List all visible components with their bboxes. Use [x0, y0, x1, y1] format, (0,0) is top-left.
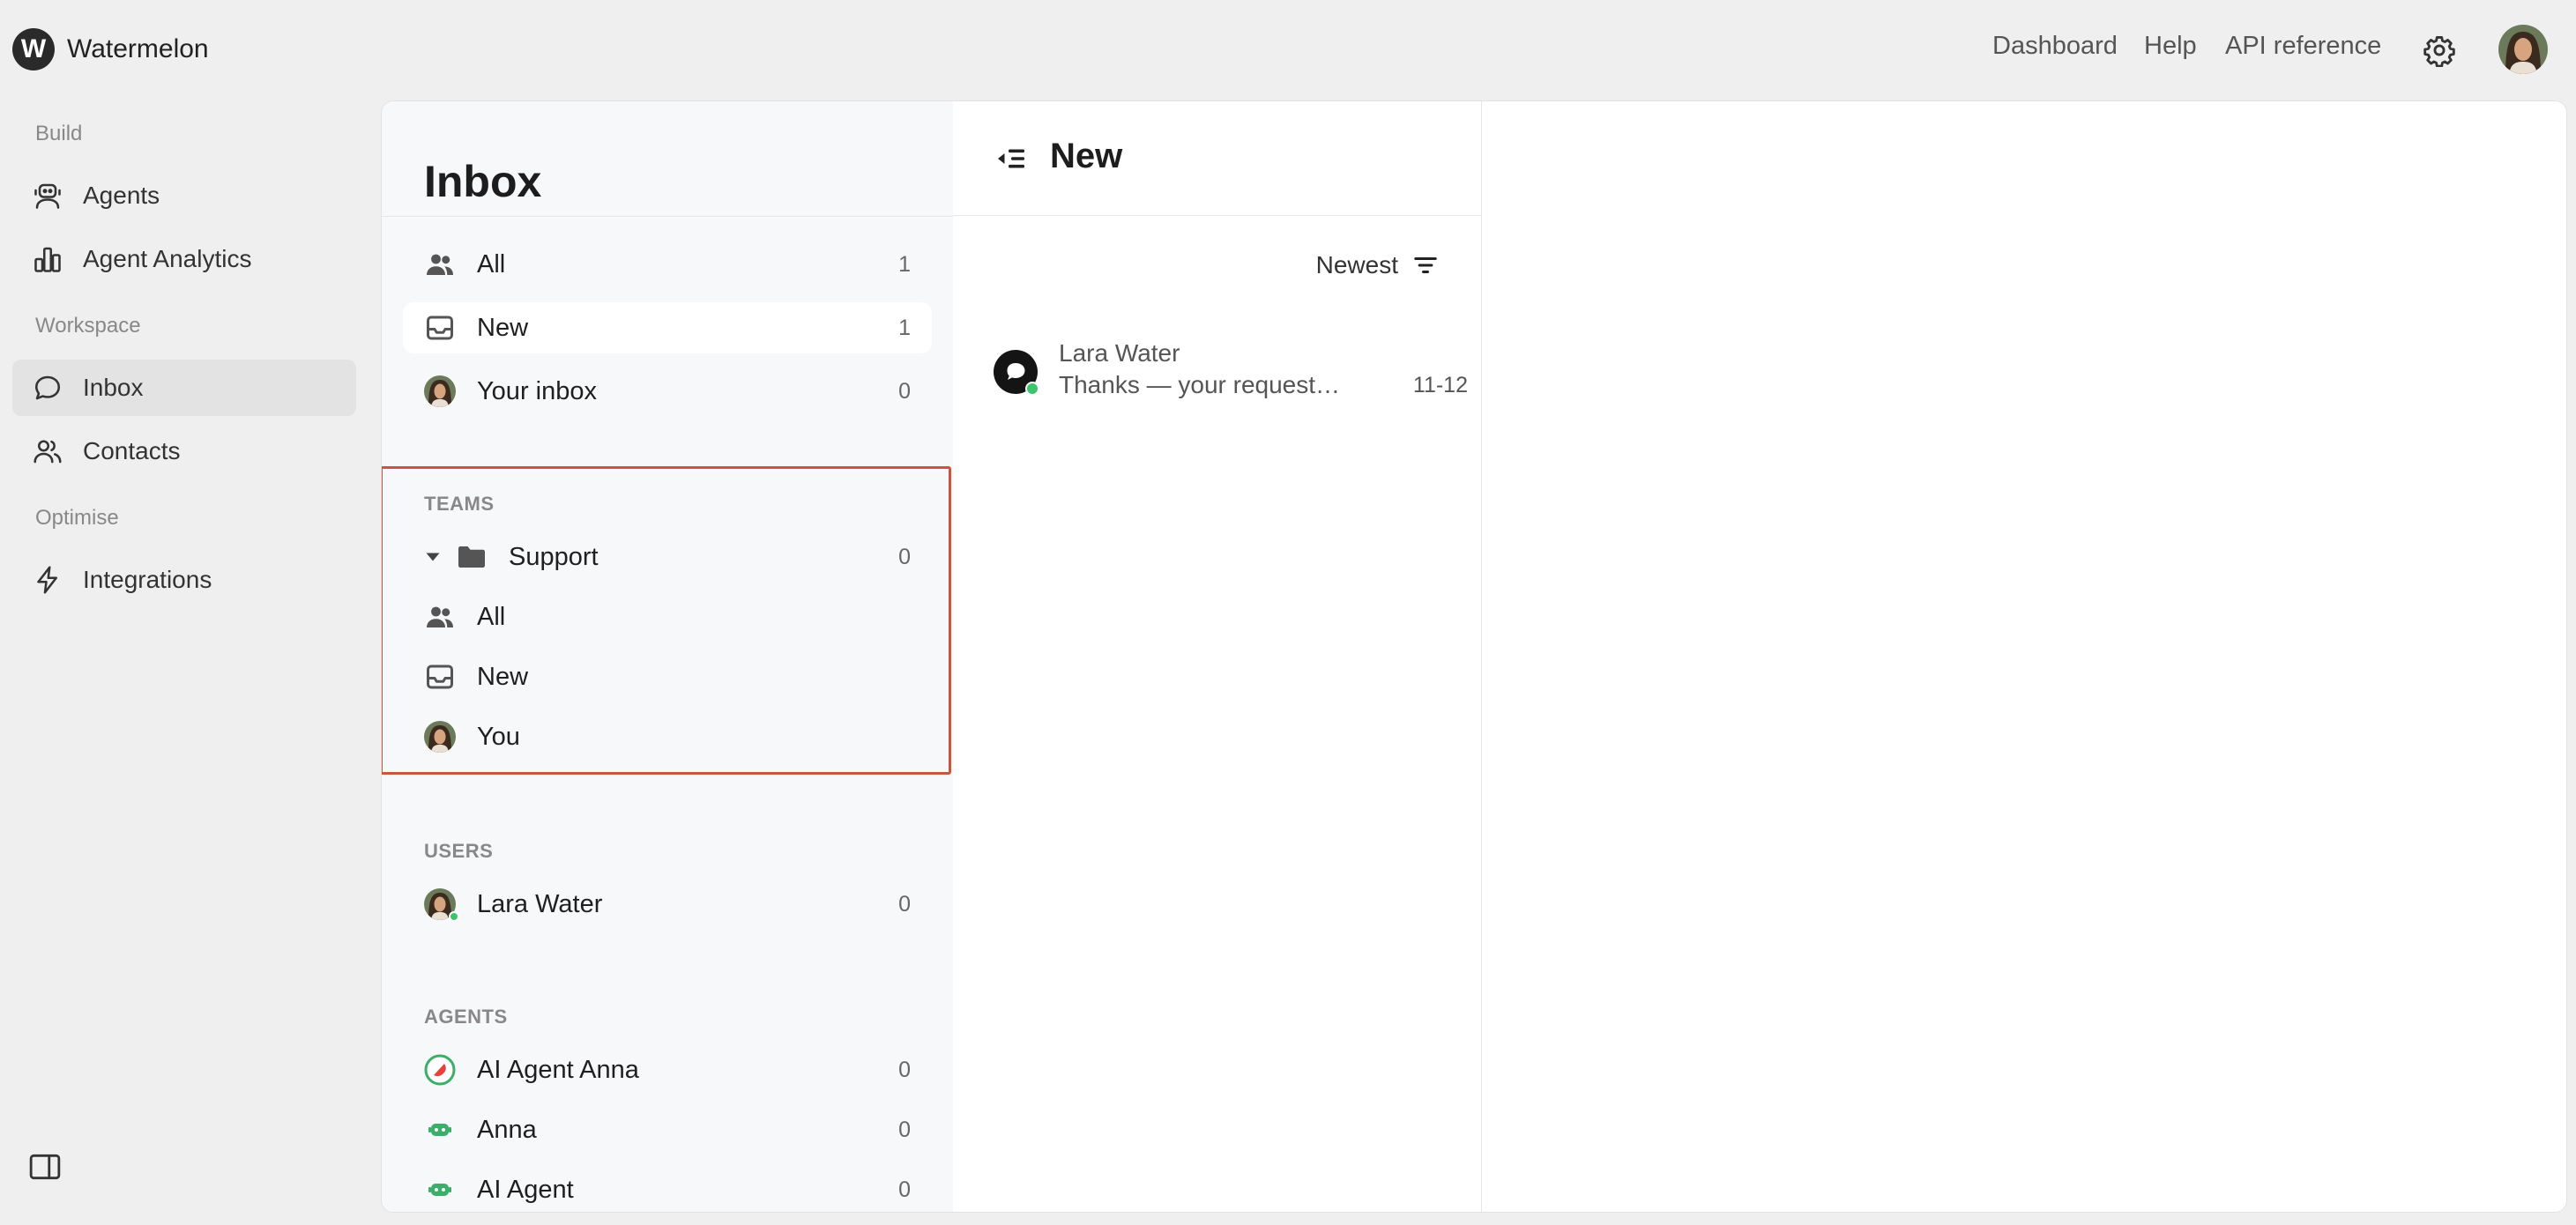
view-count: 1	[898, 315, 911, 340]
gear-icon[interactable]	[2423, 33, 2456, 67]
top-nav-api: API reference	[2225, 32, 2381, 61]
conversation-time: 11-12	[1412, 373, 1468, 397]
team-view-you[interactable]: You	[403, 711, 932, 762]
sidebar: Build Agents Agent Analytics Workspace I…	[0, 99, 379, 1225]
team-view-label: You	[477, 722, 520, 751]
caret-down-icon[interactable]	[424, 541, 442, 573]
inbox-view-new[interactable]: New 1	[403, 302, 932, 353]
avatar	[424, 721, 456, 753]
sidebar-item-label: Contacts	[83, 437, 181, 464]
sidebar-item-agent-analytics[interactable]: Agent Analytics	[12, 231, 356, 287]
view-label: Your inbox	[477, 376, 597, 405]
inbox-view-all[interactable]: All 1	[403, 239, 932, 290]
top-nav: Dashboard	[1992, 32, 2118, 61]
section-build: Build	[35, 122, 83, 145]
section-optimise: Optimise	[35, 506, 119, 530]
agent-count: 0	[898, 1057, 911, 1082]
section-workspace: Workspace	[35, 314, 141, 338]
api-reference-link[interactable]: API reference	[2225, 32, 2381, 61]
conversation-list: New Newest Lara Water Thanks — your requ…	[953, 101, 1482, 1212]
users-heading: USERS	[424, 840, 494, 862]
users-icon	[424, 249, 456, 280]
users-icon	[424, 601, 456, 633]
inbox-nav: Inbox All 1 New 1 Your inbox 0 TEAMS Sup…	[382, 101, 953, 1212]
top-bar: W Watermelon Dashboard Help API referenc…	[0, 0, 2576, 99]
teams-heading: TEAMS	[424, 493, 495, 515]
sort-dropdown[interactable]: Newest	[1316, 251, 1439, 279]
app-logo[interactable]: W Watermelon	[12, 28, 209, 71]
team-view-new[interactable]: New	[403, 651, 932, 702]
team-label: Support	[509, 542, 599, 571]
agent-anna[interactable]: Anna 0	[403, 1104, 932, 1155]
sidebar-toggle-icon[interactable]	[28, 1153, 62, 1181]
conversation-item[interactable]: Lara Water Thanks — your request h... 11…	[974, 332, 1468, 412]
sidebar-item-label: Agents	[83, 182, 160, 209]
sidebar-item-label: Agent Analytics	[83, 245, 252, 272]
conversation-detail-empty	[1482, 101, 2566, 1212]
inbox-view-your-inbox[interactable]: Your inbox 0	[403, 366, 932, 417]
help-link[interactable]: Help	[2144, 32, 2197, 61]
inbox-tray-icon	[424, 661, 456, 693]
robot-icon	[32, 180, 63, 212]
collapse-panel-icon[interactable]	[995, 145, 1027, 172]
agent-label: AI Agent Anna	[477, 1055, 639, 1084]
sort-label: Newest	[1315, 251, 1398, 278]
logo-mark: W	[12, 28, 55, 71]
agent-count: 0	[898, 1177, 911, 1202]
user-label: Lara Water	[477, 889, 603, 918]
conversation-name: Lara Water	[1059, 339, 1180, 367]
view-count: 0	[898, 378, 911, 404]
avatar	[424, 375, 456, 407]
sidebar-item-agents[interactable]: Agents	[12, 167, 356, 224]
top-nav-help: Help	[2144, 32, 2197, 61]
bot-face-icon	[424, 1174, 456, 1206]
user-count: 0	[898, 891, 911, 917]
lightning-icon	[32, 564, 63, 596]
team-support[interactable]: Support 0	[403, 531, 932, 583]
chat-bubble-icon	[32, 372, 63, 404]
view-label: New	[477, 313, 529, 342]
users-icon	[32, 435, 63, 467]
app-name: Watermelon	[67, 34, 209, 63]
page-title: Inbox	[424, 157, 542, 206]
agent-ai-agent-anna[interactable]: AI Agent Anna 0	[403, 1044, 932, 1095]
bar-chart-icon	[32, 243, 63, 275]
team-view-all[interactable]: All	[403, 591, 932, 642]
agents-heading: AGENTS	[424, 1006, 508, 1028]
online-status-dot	[449, 911, 459, 922]
conversation-list-header: New	[953, 101, 1482, 216]
team-view-label: All	[477, 602, 506, 631]
user-avatar[interactable]	[2498, 25, 2548, 74]
online-status-dot	[1025, 382, 1039, 396]
user-lara-water[interactable]: Lara Water 0	[403, 879, 932, 930]
chat-avatar-icon	[994, 350, 1039, 396]
inbox-tray-icon	[424, 312, 456, 344]
list-title: New	[1050, 137, 1123, 175]
agent-count: 0	[898, 1117, 911, 1142]
team-view-label: New	[477, 662, 529, 691]
sidebar-item-inbox[interactable]: Inbox	[12, 360, 356, 416]
main-panel: Inbox All 1 New 1 Your inbox 0 TEAMS Sup…	[381, 100, 2567, 1213]
team-count: 0	[898, 544, 911, 569]
filter-icon	[1412, 252, 1439, 278]
avatar	[424, 888, 459, 922]
sidebar-item-integrations[interactable]: Integrations	[12, 552, 356, 608]
sidebar-item-contacts[interactable]: Contacts	[12, 423, 356, 479]
folder-icon	[456, 541, 488, 573]
agent-ai-agent[interactable]: AI Agent 0	[403, 1164, 932, 1212]
dashboard-link[interactable]: Dashboard	[1992, 32, 2118, 61]
agent-label: AI Agent	[477, 1175, 574, 1204]
view-label: All	[477, 249, 506, 278]
bot-face-icon	[424, 1114, 456, 1146]
conversation-snippet: Thanks — your request h...	[1059, 371, 1341, 398]
sidebar-item-label: Integrations	[83, 566, 212, 593]
view-count: 1	[898, 251, 911, 277]
sidebar-item-label: Inbox	[83, 374, 144, 401]
divider	[382, 216, 953, 217]
agent-label: Anna	[477, 1115, 537, 1144]
watermelon-icon	[424, 1054, 456, 1086]
